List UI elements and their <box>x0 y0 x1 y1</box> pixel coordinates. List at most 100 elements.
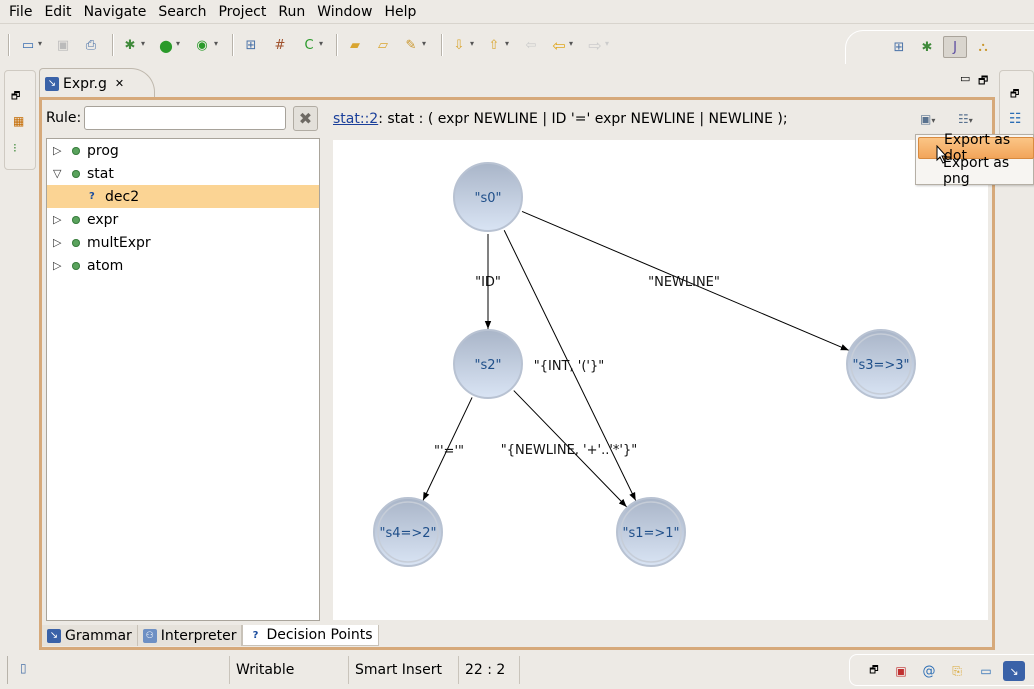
graph-node-s3[interactable]: "s3=>3" <box>846 329 916 399</box>
graph-edge-label: "ID" <box>475 275 501 290</box>
debug-perspective-icon[interactable]: ✱ <box>915 36 939 58</box>
toolbar-separator <box>232 34 234 56</box>
minimize-icon[interactable]: ▭ <box>960 72 970 85</box>
menu-search[interactable]: Search <box>152 4 212 20</box>
collapse-icon[interactable]: ▽ <box>53 167 61 180</box>
new-folder-icon[interactable]: ⊞ <box>241 35 261 55</box>
graph-node-s2[interactable]: "s2" <box>453 329 523 399</box>
expand-icon[interactable]: ▷ <box>53 259 61 272</box>
forward-icon[interactable]: ⇨ <box>585 35 605 55</box>
chevron-down-icon[interactable]: ▾ <box>176 39 180 48</box>
graph-edge-label: "{INT, '('}" <box>534 359 604 374</box>
tab-decision-points[interactable]: ? Decision Points <box>242 625 379 646</box>
clear-rule-button[interactable]: ✖ <box>293 106 318 131</box>
new-class-icon[interactable]: C <box>299 35 319 55</box>
outline-view-icon[interactable]: ☷ <box>1009 111 1022 127</box>
chevron-down-icon[interactable]: ▾ <box>422 39 426 48</box>
tree-item-dec2[interactable]: ? dec2 <box>47 185 319 208</box>
editor-tab[interactable]: ↘ Expr.g ✕ <box>39 68 155 98</box>
run-icon[interactable]: ● <box>156 35 176 55</box>
export-menu-button[interactable]: ▣▾ <box>920 112 950 130</box>
fast-view-icon[interactable]: ▯ <box>20 661 27 675</box>
rule-tree[interactable]: ▷ prog ▽ stat ? dec2 ▷ expr ▷ multExpr ▷… <box>46 138 320 621</box>
chevron-down-icon[interactable]: ▾ <box>141 39 145 48</box>
rule-icon <box>72 261 80 270</box>
new-wizard-icon[interactable]: ▭ <box>18 35 38 55</box>
tree-item-prog[interactable]: ▷ prog <box>47 139 319 162</box>
graph-node-label: "s4=>2" <box>379 526 436 541</box>
rule-input[interactable] <box>84 106 286 130</box>
graph-node-label: "s2" <box>474 358 501 373</box>
hierarchy-icon[interactable]: ⁝ <box>13 141 17 155</box>
rule-icon <box>72 146 80 155</box>
open-resource-icon[interactable]: ▱ <box>373 35 393 55</box>
restore-icon[interactable]: 🗗 <box>1010 87 1019 104</box>
chevron-down-icon[interactable]: ▾ <box>214 39 218 48</box>
breakpoints-icon[interactable]: ▣ <box>890 661 912 681</box>
decision-graph-canvas[interactable]: "ID" "NEWLINE" "{INT, '('}" "'='" "{NEWLINE,… <box>333 140 988 620</box>
save-icon[interactable]: ▣ <box>53 35 73 55</box>
console-icon[interactable]: ▭ <box>975 661 997 681</box>
expand-icon[interactable]: ▷ <box>53 144 61 157</box>
menu-run[interactable]: Run <box>272 4 311 20</box>
restore-icon[interactable]: 🗗 <box>863 661 885 681</box>
menu-edit[interactable]: Edit <box>38 4 77 20</box>
chevron-down-icon[interactable]: ▾ <box>470 39 474 48</box>
chevron-down-icon[interactable]: ▾ <box>38 39 42 48</box>
tree-item-expr[interactable]: ▷ expr <box>47 208 319 231</box>
rule-icon <box>72 215 80 224</box>
tree-item-label: atom <box>87 257 124 274</box>
left-trim-stack: 🗗 ▦ ⁝ <box>4 70 36 170</box>
back-icon[interactable]: ⇦ <box>549 35 569 55</box>
java-perspective-icon[interactable]: J <box>943 36 967 58</box>
chevron-down-icon[interactable]: ▾ <box>319 39 323 48</box>
external-tools-icon[interactable]: ◉ <box>192 35 212 55</box>
debug-icon[interactable]: ✱ <box>120 35 140 55</box>
graph-node-s0[interactable]: "s0" <box>453 162 523 232</box>
maximize-icon[interactable]: 🗗 <box>978 72 988 91</box>
open-perspective-icon[interactable]: ⊞ <box>887 36 911 58</box>
antlr-icon[interactable]: ↘ <box>1003 661 1025 681</box>
tab-grammar[interactable]: ↘ Grammar <box>42 625 138 646</box>
menu-file[interactable]: File <box>3 4 38 20</box>
chevron-down-icon[interactable]: ▾ <box>505 39 509 48</box>
graph-node-label: "s0" <box>474 191 501 206</box>
next-annotation-icon[interactable]: ⇩ <box>449 35 469 55</box>
tree-item-label: expr <box>87 211 119 228</box>
expand-icon[interactable]: ▷ <box>53 213 61 226</box>
toolbar-separator <box>112 34 114 56</box>
new-package-icon[interactable]: # <box>270 35 290 55</box>
tree-item-label: dec2 <box>105 188 140 205</box>
tree-item-atom[interactable]: ▷ atom <box>47 254 319 277</box>
tree-item-stat[interactable]: ▽ stat <box>47 162 319 185</box>
menu-navigate[interactable]: Navigate <box>78 4 153 20</box>
layout-menu-button[interactable]: ☷▾ <box>958 112 988 130</box>
decision-link[interactable]: stat::2 <box>333 111 378 127</box>
expand-icon[interactable]: ▷ <box>53 236 61 249</box>
menu-help[interactable]: Help <box>378 4 422 20</box>
graph-edge-label: "'='" <box>434 444 464 459</box>
menu-project[interactable]: Project <box>212 4 272 20</box>
search-icon[interactable]: ✎ <box>401 35 421 55</box>
print-icon[interactable]: ⎙ <box>81 35 101 55</box>
tab-interpreter[interactable]: ⚇ Interpreter <box>137 625 243 646</box>
outline-icon[interactable]: ▦ <box>13 114 24 128</box>
declaration-icon[interactable]: ⎘ <box>946 661 968 681</box>
hierarchy-perspective-icon[interactable]: ⛬ <box>971 36 995 58</box>
tree-item-label: stat <box>87 165 114 182</box>
chevron-down-icon[interactable]: ▾ <box>605 39 609 48</box>
javadoc-icon[interactable]: @ <box>918 661 940 681</box>
tree-item-multexpr[interactable]: ▷ multExpr <box>47 231 319 254</box>
last-edit-icon[interactable]: ⇦ <box>521 35 541 55</box>
chevron-down-icon[interactable]: ▾ <box>569 39 573 48</box>
graph-node-s1[interactable]: "s1=>1" <box>616 497 686 567</box>
mouse-cursor-icon <box>936 145 948 164</box>
restore-icon[interactable]: 🗗 <box>11 89 20 106</box>
menu-window[interactable]: Window <box>311 4 378 20</box>
previous-annotation-icon[interactable]: ⇧ <box>484 35 504 55</box>
rule-label: Rule: <box>46 110 82 126</box>
graph-node-label: "s1=>1" <box>622 526 679 541</box>
close-icon[interactable]: ✕ <box>115 77 124 90</box>
open-type-icon[interactable]: ▰ <box>345 35 365 55</box>
graph-node-s4[interactable]: "s4=>2" <box>373 497 443 567</box>
